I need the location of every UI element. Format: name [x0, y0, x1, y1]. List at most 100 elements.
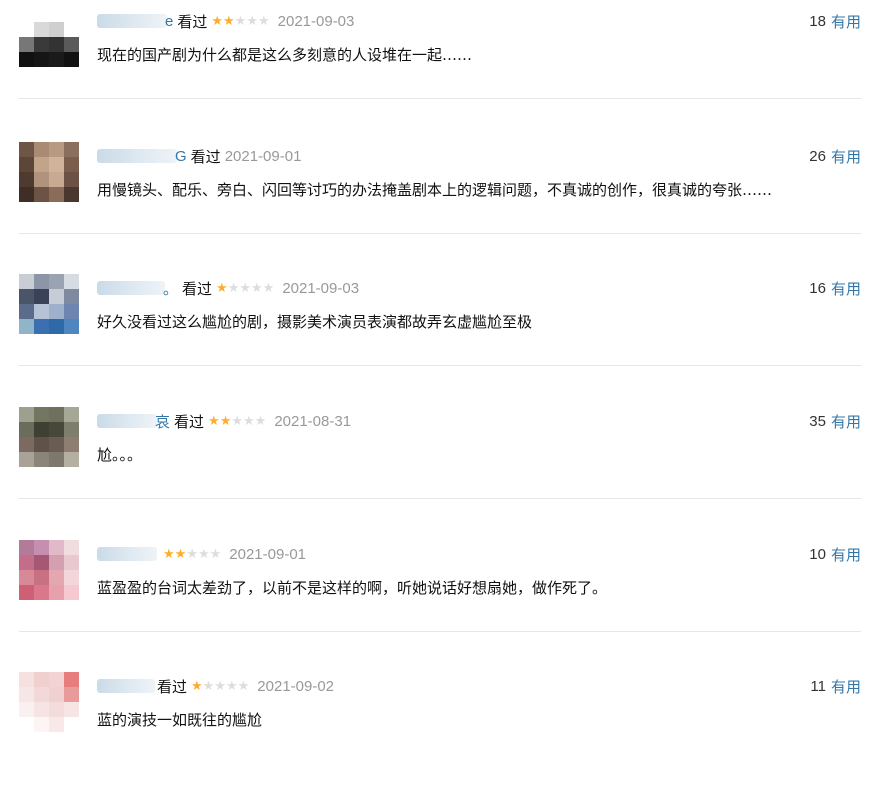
votes: 16 有用	[809, 277, 861, 299]
avatar-pixel	[34, 37, 49, 52]
votes: 11 有用	[810, 675, 861, 697]
comment-text: 用慢镜头、配乐、旁白、闪回等讨巧的办法掩盖剧本上的逻辑问题，不真诚的创作，很真诚…	[97, 181, 773, 199]
star-icon: ★	[219, 413, 232, 429]
useful-button[interactable]: 有用	[831, 676, 861, 697]
avatar-pixel	[49, 585, 64, 600]
star-icon: ★	[231, 413, 243, 429]
user-avatar[interactable]	[19, 407, 79, 467]
comment-meta: e 看过 ★ ★ ★ ★ ★ 2021-09-03	[97, 10, 354, 32]
rating-stars: ★ ★ ★ ★ ★	[208, 415, 266, 428]
user-avatar[interactable]	[19, 540, 79, 600]
username-link[interactable]	[97, 14, 167, 28]
avatar-pixel	[64, 187, 79, 202]
avatar-pixel	[34, 52, 49, 67]
comment-time: 2021-09-02	[257, 677, 335, 695]
useful-button[interactable]: 有用	[831, 411, 861, 432]
avatar-pixel	[34, 142, 49, 157]
star-icon: ★	[186, 546, 198, 562]
star-icon: ★	[214, 678, 226, 694]
comment-text: 现在的国产剧为什么都是这么多刻意的人设堆在一起……	[97, 46, 473, 64]
divider	[19, 498, 861, 499]
avatar-pixel	[34, 22, 49, 37]
username-tail[interactable]: 。	[163, 278, 178, 299]
avatar-pixel	[49, 274, 64, 289]
comment-meta: 看过 ★ ★ ★ ★ ★ 2021-09-02	[97, 675, 334, 697]
avatar-pixel	[34, 274, 49, 289]
avatar-pixel	[64, 422, 79, 437]
avatar-pixel	[19, 37, 34, 52]
avatar-pixel	[64, 319, 79, 334]
avatar-pixel	[19, 717, 34, 732]
avatar-pixel	[34, 187, 49, 202]
star-icon: ★	[237, 678, 250, 694]
username-link[interactable]	[97, 547, 157, 561]
watched-label: 看过	[157, 678, 188, 696]
username-tail[interactable]: 哀	[155, 411, 170, 432]
avatar-pixel	[19, 22, 34, 37]
user-avatar[interactable]	[19, 142, 79, 202]
comment-time: 2021-09-01	[224, 147, 302, 165]
vote-count: 26	[809, 147, 826, 165]
star-icon: ★	[197, 546, 210, 562]
avatar-pixel	[64, 37, 79, 52]
user-avatar[interactable]	[19, 274, 79, 334]
avatar-pixel	[34, 172, 49, 187]
avatar-pixel	[19, 172, 34, 187]
avatar-pixel	[19, 407, 34, 422]
useful-button[interactable]: 有用	[831, 544, 861, 565]
avatar-pixel	[64, 142, 79, 157]
divider	[19, 631, 861, 632]
avatar-pixel	[49, 157, 64, 172]
star-icon: ★	[234, 13, 247, 29]
avatar-pixel	[49, 437, 64, 452]
avatar-pixel	[19, 422, 34, 437]
username-tail[interactable]: G	[175, 148, 187, 165]
vote-count: 10	[809, 545, 826, 563]
user-avatar[interactable]	[19, 7, 79, 67]
avatar-pixel	[49, 407, 64, 422]
avatar-pixel	[19, 585, 34, 600]
username-link[interactable]	[97, 149, 177, 163]
watched-label: 看过	[190, 148, 221, 166]
useful-button[interactable]: 有用	[831, 11, 861, 32]
rating-stars: ★ ★ ★ ★ ★	[163, 548, 221, 561]
star-icon: ★	[209, 546, 222, 562]
comment-time: 2021-08-31	[274, 412, 352, 430]
avatar-pixel	[34, 672, 49, 687]
avatar-pixel	[64, 52, 79, 67]
divider	[19, 233, 861, 234]
avatar-pixel	[49, 540, 64, 555]
avatar-pixel	[64, 672, 79, 687]
username-link[interactable]	[97, 414, 157, 428]
avatar-pixel	[19, 702, 34, 717]
avatar-pixel	[64, 702, 79, 717]
username-tail[interactable]: e	[165, 13, 173, 30]
avatar-pixel	[49, 570, 64, 585]
votes: 18 有用	[809, 10, 861, 32]
star-icon: ★	[211, 13, 224, 29]
avatar-pixel	[19, 142, 34, 157]
avatar-pixel	[34, 452, 49, 467]
avatar-pixel	[34, 540, 49, 555]
star-icon: ★	[163, 546, 175, 562]
username-link[interactable]	[97, 281, 165, 295]
comment-meta: G 看过 2021-09-01	[97, 145, 301, 167]
avatar-pixel	[19, 157, 34, 172]
star-icon: ★	[243, 413, 255, 429]
avatar-pixel	[19, 452, 34, 467]
user-avatar[interactable]	[19, 672, 79, 732]
comment-meta: ★ ★ ★ ★ ★ 2021-09-01	[97, 543, 306, 565]
useful-button[interactable]: 有用	[831, 278, 861, 299]
username-link[interactable]	[97, 679, 155, 693]
comment-meta: 。看过 ★ ★ ★ ★ ★ 2021-09-03	[97, 277, 359, 299]
star-icon: ★	[174, 546, 187, 562]
votes: 35 有用	[809, 410, 861, 432]
avatar-pixel	[64, 274, 79, 289]
useful-button[interactable]: 有用	[831, 146, 861, 167]
avatar-pixel	[19, 274, 34, 289]
avatar-pixel	[49, 22, 64, 37]
watched-label: 看过	[177, 13, 208, 31]
avatar-pixel	[64, 555, 79, 570]
avatar-pixel	[49, 289, 64, 304]
divider	[19, 98, 861, 99]
